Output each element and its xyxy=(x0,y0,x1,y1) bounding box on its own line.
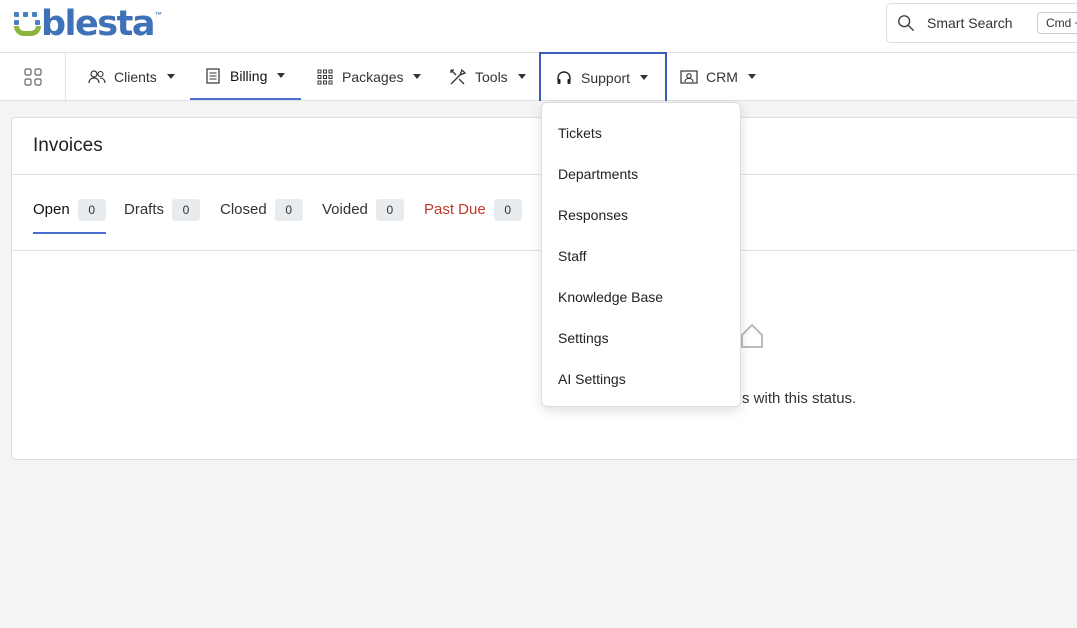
logo-text: blesta xyxy=(41,4,155,44)
tab-open[interactable]: Open 0 xyxy=(33,199,106,234)
chevron-down-icon xyxy=(517,74,526,79)
nav-billing[interactable]: Billing xyxy=(190,53,301,100)
main-nav: Clients Billing Packages Tools Support C… xyxy=(0,52,1077,101)
logo-mark-icon xyxy=(11,6,43,42)
menu-item-tickets[interactable]: Tickets xyxy=(542,112,740,153)
nav-crm-label: CRM xyxy=(706,68,738,85)
nav-packages-label: Packages xyxy=(342,68,404,85)
smart-search-button[interactable]: Smart Search Cmd + K xyxy=(886,3,1077,43)
chevron-down-icon xyxy=(166,74,175,79)
count-badge: 0 xyxy=(375,199,404,221)
menu-item-knowledge-base[interactable]: Knowledge Base xyxy=(542,276,740,317)
tab-label: Open xyxy=(33,201,70,218)
tab-label: Closed xyxy=(220,201,267,218)
page-title: Invoices xyxy=(33,135,103,156)
support-dropdown-menu: Tickets Departments Responses Staff Know… xyxy=(541,102,741,407)
apps-grid-button[interactable] xyxy=(0,53,66,100)
nav-clients-label: Clients xyxy=(114,68,157,85)
chevron-down-icon xyxy=(413,74,422,79)
menu-item-staff[interactable]: Staff xyxy=(542,235,740,276)
menu-item-settings[interactable]: Settings xyxy=(542,317,740,358)
headset-icon xyxy=(555,70,573,86)
count-badge: 0 xyxy=(493,199,522,221)
tab-label: Voided xyxy=(322,201,368,218)
nav-support[interactable]: Support xyxy=(539,52,667,101)
nav-crm[interactable]: CRM xyxy=(666,53,770,100)
logo-trademark: ™ xyxy=(154,12,162,19)
invoice-icon xyxy=(204,67,222,84)
nav-tools[interactable]: Tools xyxy=(435,53,540,100)
top-bar: blesta ™ Smart Search Cmd + K xyxy=(0,0,1077,52)
blesta-logo[interactable]: blesta ™ xyxy=(11,6,162,42)
nav-support-label: Support xyxy=(581,69,631,86)
smart-search-label: Smart Search xyxy=(927,15,1013,31)
chevron-down-icon xyxy=(747,74,756,79)
tab-drafts[interactable]: Drafts 0 xyxy=(124,199,201,234)
tools-icon xyxy=(449,68,467,85)
chevron-down-icon xyxy=(640,75,649,80)
empty-state-text: s with this status. xyxy=(742,390,857,407)
tab-voided[interactable]: Voided 0 xyxy=(322,199,404,234)
chevron-down-icon xyxy=(277,73,286,78)
nav-packages[interactable]: Packages xyxy=(302,53,435,100)
nav-clients[interactable]: Clients xyxy=(74,53,189,100)
contact-card-icon xyxy=(680,69,698,85)
apps-grid-icon xyxy=(23,67,42,86)
nav-tools-label: Tools xyxy=(475,68,508,85)
search-icon xyxy=(898,15,914,31)
nav-billing-label: Billing xyxy=(230,67,268,84)
menu-item-departments[interactable]: Departments xyxy=(542,153,740,194)
tab-past-due[interactable]: Past Due 0 xyxy=(424,199,522,234)
count-badge: 0 xyxy=(172,199,201,221)
tab-label: Drafts xyxy=(124,201,165,218)
tab-closed[interactable]: Closed 0 xyxy=(220,199,303,234)
menu-item-ai-settings[interactable]: AI Settings xyxy=(542,358,740,399)
search-shortcut: Cmd + K xyxy=(1037,12,1077,34)
grid-dots-icon xyxy=(316,69,334,85)
count-badge: 0 xyxy=(77,199,106,221)
menu-item-responses[interactable]: Responses xyxy=(542,194,740,235)
users-icon xyxy=(88,69,106,85)
count-badge: 0 xyxy=(274,199,303,221)
tab-label: Past Due xyxy=(424,201,486,218)
